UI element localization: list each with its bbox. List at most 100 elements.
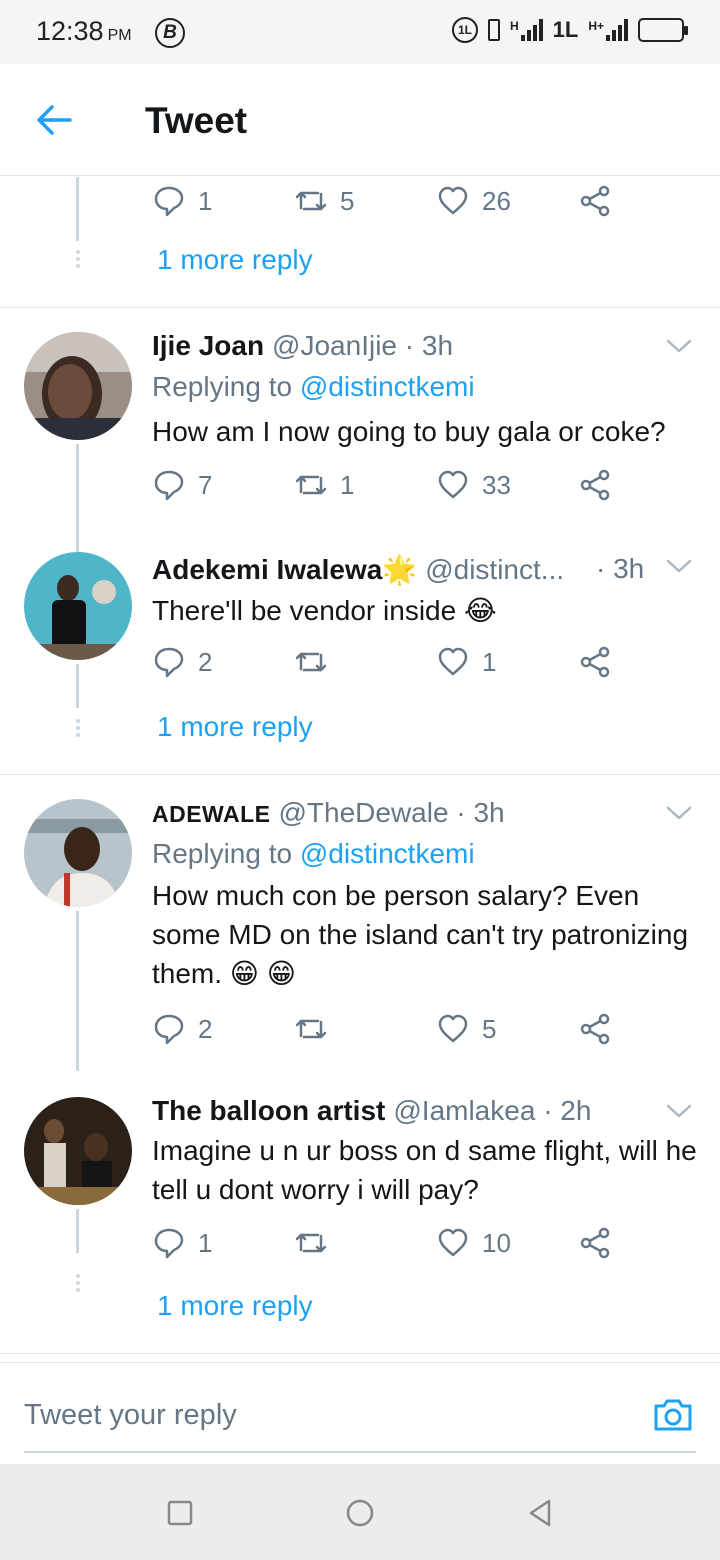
share-button[interactable] <box>578 1226 612 1260</box>
retweet-button[interactable]: 1 <box>294 468 354 502</box>
share-icon <box>580 1227 610 1259</box>
like-button[interactable]: 1 <box>436 645 496 679</box>
app-bar: Tweet <box>0 64 720 176</box>
tweet-time: · 2h <box>543 1095 592 1126</box>
avatar[interactable] <box>24 332 132 440</box>
more-reply-link[interactable]: 1 more reply <box>157 711 313 743</box>
share-button[interactable] <box>578 184 612 218</box>
tweet-header: Ijie Joan @JoanIjie · 3h <box>152 330 453 362</box>
tweet-item[interactable]: ADEWALE @TheDewale · 3h Replying to @dist… <box>0 775 720 1073</box>
reply-icon <box>154 186 184 217</box>
share-icon <box>580 646 610 678</box>
retweet-button[interactable] <box>294 1226 340 1260</box>
retweet-icon <box>295 475 327 495</box>
nav-square-icon[interactable] <box>163 1496 197 1530</box>
author-name[interactable]: Ijie Joan <box>152 330 264 361</box>
author-name[interactable]: ADEWALE <box>152 801 271 827</box>
reply-button[interactable]: 7 <box>152 468 212 502</box>
signal-icon-1: H <box>510 19 543 41</box>
retweet-icon <box>295 191 327 211</box>
author-handle: @distinct... <box>425 554 565 585</box>
more-reply-link[interactable]: 1 more reply <box>157 244 313 276</box>
volte-icon: 1L <box>451 17 478 43</box>
status-time: 12:38 PM <box>36 16 132 46</box>
status-bar: 12:38 PM B 1L H 1L H+ <box>0 0 720 64</box>
author-name[interactable]: Adekemi Iwalewa <box>152 554 382 585</box>
like-icon <box>438 1014 468 1043</box>
like-icon <box>438 186 468 215</box>
retweet-button[interactable] <box>294 1012 340 1046</box>
camera-icon[interactable] <box>652 1393 694 1435</box>
tweet-item[interactable]: The balloon artist @Iamlakea · 2h Imagine… <box>0 1073 720 1353</box>
retweet-button[interactable]: 5 <box>294 184 354 218</box>
retweet-icon <box>295 1233 327 1253</box>
battery-icon <box>638 18 688 42</box>
system-nav-bar <box>0 1464 720 1560</box>
like-icon <box>438 1228 468 1257</box>
reply-icon <box>154 1228 184 1259</box>
nav-triangle-icon[interactable] <box>523 1496 557 1530</box>
reply-input[interactable]: Tweet your reply <box>24 1363 696 1453</box>
author-handle: @JoanIjie <box>272 330 397 361</box>
tweet-actions: 1 10 <box>152 1226 632 1266</box>
tweet-header: Adekemi Iwalewa🌟 @distinct... · 3h <box>152 553 644 586</box>
like-button[interactable]: 5 <box>436 1012 496 1046</box>
reply-icon <box>154 1014 184 1045</box>
tweet-header: ADEWALE @TheDewale · 3h <box>152 797 505 829</box>
avatar[interactable] <box>24 799 132 907</box>
author-name[interactable]: The balloon artist <box>152 1095 385 1126</box>
retweet-button[interactable] <box>294 645 340 679</box>
share-button[interactable] <box>578 645 612 679</box>
reply-button[interactable]: 1 <box>152 1226 212 1260</box>
like-button[interactable]: 10 <box>436 1226 511 1260</box>
share-button[interactable] <box>578 1012 612 1046</box>
author-handle: @TheDewale <box>278 797 449 828</box>
tweet-time: · 3h <box>404 330 454 361</box>
share-icon <box>580 1013 610 1045</box>
reply-placeholder: Tweet your reply <box>24 1399 237 1431</box>
like-button[interactable]: 33 <box>436 468 511 502</box>
tweet-item[interactable]: Ijie Joan @JoanIjie · 3h Replying to @dis… <box>0 308 720 552</box>
tweet-actions: 1 5 26 <box>152 184 632 224</box>
replying-to: Replying to @distinctkemi <box>152 838 475 869</box>
reply-button[interactable]: 2 <box>152 645 212 679</box>
tweet-text: How much con be person salary? Even some… <box>152 880 689 989</box>
tweet-time: · 3h <box>456 797 505 828</box>
reply-button[interactable]: 2 <box>152 1012 212 1046</box>
tweet-text: There'll be vendor inside 😂 <box>152 595 497 626</box>
avatar[interactable] <box>24 552 132 660</box>
tweet-item[interactable]: Adekemi Iwalewa🌟 @distinct... · 3h There'… <box>0 528 720 774</box>
back-arrow-icon[interactable] <box>34 100 74 140</box>
b-notification-icon: B <box>155 18 185 48</box>
tweet-actions: 7 1 33 <box>152 468 632 508</box>
nav-circle-icon[interactable] <box>343 1496 377 1530</box>
page-title: Tweet <box>145 100 248 141</box>
replying-to: Replying to @distinctkemi <box>152 371 475 402</box>
chevron-down-icon[interactable] <box>664 802 694 824</box>
status-icons: 1L H 1L H+ <box>451 17 688 43</box>
star-emoji: 🌟 <box>382 554 418 585</box>
share-button[interactable] <box>578 468 612 502</box>
signal-icon-2: H+ <box>588 19 628 41</box>
like-icon <box>438 647 468 676</box>
tweet-text: How am I now going to buy gala or coke? <box>152 416 666 447</box>
share-icon <box>580 185 610 217</box>
share-icon <box>580 469 610 501</box>
author-handle: @Iamlakea <box>393 1095 536 1126</box>
reply-button[interactable]: 1 <box>152 184 212 218</box>
chevron-down-icon[interactable] <box>664 1100 694 1122</box>
chevron-down-icon[interactable] <box>664 335 694 357</box>
more-reply-link[interactable]: 1 more reply <box>157 1290 313 1322</box>
vibrate-icon <box>487 19 500 41</box>
chevron-down-icon[interactable] <box>664 555 694 577</box>
replying-to-link[interactable]: @distinctkemi <box>300 371 475 402</box>
like-button[interactable]: 26 <box>436 184 511 218</box>
data-arrows-icon: 1L <box>552 17 579 42</box>
reply-thread: 1 5 26 1 more reply Ijie Joan @JoanIjie ·… <box>0 177 720 1357</box>
tweet-time: · 3h <box>596 553 645 584</box>
replying-to-link[interactable]: @distinctkemi <box>300 838 475 869</box>
reply-icon <box>154 470 184 501</box>
like-icon <box>438 470 468 499</box>
retweet-icon <box>295 1019 327 1039</box>
avatar[interactable] <box>24 1097 132 1205</box>
